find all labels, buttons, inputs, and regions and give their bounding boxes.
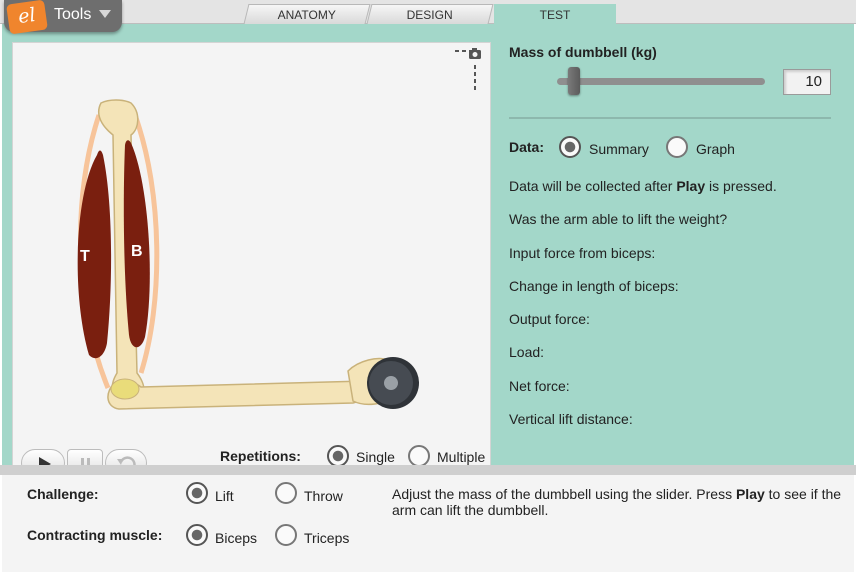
repetitions-label: Repetitions: [220,448,301,464]
tools-menu-button[interactable]: el Tools [4,0,122,35]
dumbbell [367,357,419,409]
data-summary-radio[interactable] [559,136,581,158]
instructions-text: Adjust the mass of the dumbbell using th… [392,486,842,518]
tab-design[interactable]: DESIGN [366,4,494,24]
mass-slider-track[interactable] [557,78,765,85]
mass-label: Mass of dumbbell (kg) [509,44,657,60]
mass-slider-thumb[interactable] [567,67,580,95]
panel-divider [509,117,831,119]
result-input-force: Input force from biceps: [509,245,656,261]
result-output-force: Output force: [509,311,590,327]
simulation-area: T B Repetitions: Single Multiple [12,42,491,488]
challenge-throw-label[interactable]: Throw [304,488,343,504]
data-collection-note: Data will be collected after Play is pre… [509,178,777,194]
result-net-force: Net force: [509,378,570,394]
panel-separator [0,465,856,475]
biceps-label: B [131,243,143,260]
contracting-muscle-label: Contracting muscle: [27,527,163,543]
challenge-lift-radio[interactable] [186,482,208,504]
caret-down-icon [99,10,111,18]
result-load: Load: [509,344,545,360]
challenge-label: Challenge: [27,486,99,502]
repetitions-single-radio[interactable] [327,445,349,467]
tab-test[interactable]: TEST [494,4,616,25]
data-graph-radio[interactable] [666,136,688,158]
triceps-label: T [80,248,90,265]
tab-anatomy[interactable]: ANATOMY [243,4,371,24]
camera-icon[interactable] [453,47,483,93]
repetitions-multiple-radio[interactable] [408,445,430,467]
data-label: Data: [509,139,545,155]
result-vertical-lift-distance: Vertical lift distance: [509,411,633,427]
repetitions-single-label[interactable]: Single [356,449,395,465]
mass-value-field[interactable]: 10 [783,69,831,95]
elbow-joint [110,378,140,400]
test-panel: Mass of dumbbell (kg) 10 Data: Summary G… [493,24,854,465]
data-graph-label[interactable]: Graph [696,141,735,157]
result-biceps-length-change: Change in length of biceps: [509,278,679,294]
tools-label: Tools [54,6,92,23]
bottom-controls: Challenge: Lift Throw Contracting muscle… [2,475,854,572]
muscle-triceps-radio[interactable] [275,524,297,546]
muscle-triceps-label[interactable]: Triceps [304,530,349,546]
data-summary-label[interactable]: Summary [589,141,649,157]
challenge-throw-radio[interactable] [275,482,297,504]
explorelearning-logo: el [6,0,48,35]
muscle-biceps-label[interactable]: Biceps [215,530,257,546]
arm-illustration: T B [77,99,419,410]
forearm-bone [107,380,371,410]
result-lift-question: Was the arm able to lift the weight? [509,211,728,227]
top-bar: ANATOMY DESIGN TEST [0,0,856,25]
challenge-lift-label[interactable]: Lift [215,488,234,504]
repetitions-multiple-label[interactable]: Multiple [437,449,485,465]
muscle-biceps-radio[interactable] [186,524,208,546]
app-window: ANATOMY DESIGN TEST el Tools T B Repetit… [0,0,856,572]
